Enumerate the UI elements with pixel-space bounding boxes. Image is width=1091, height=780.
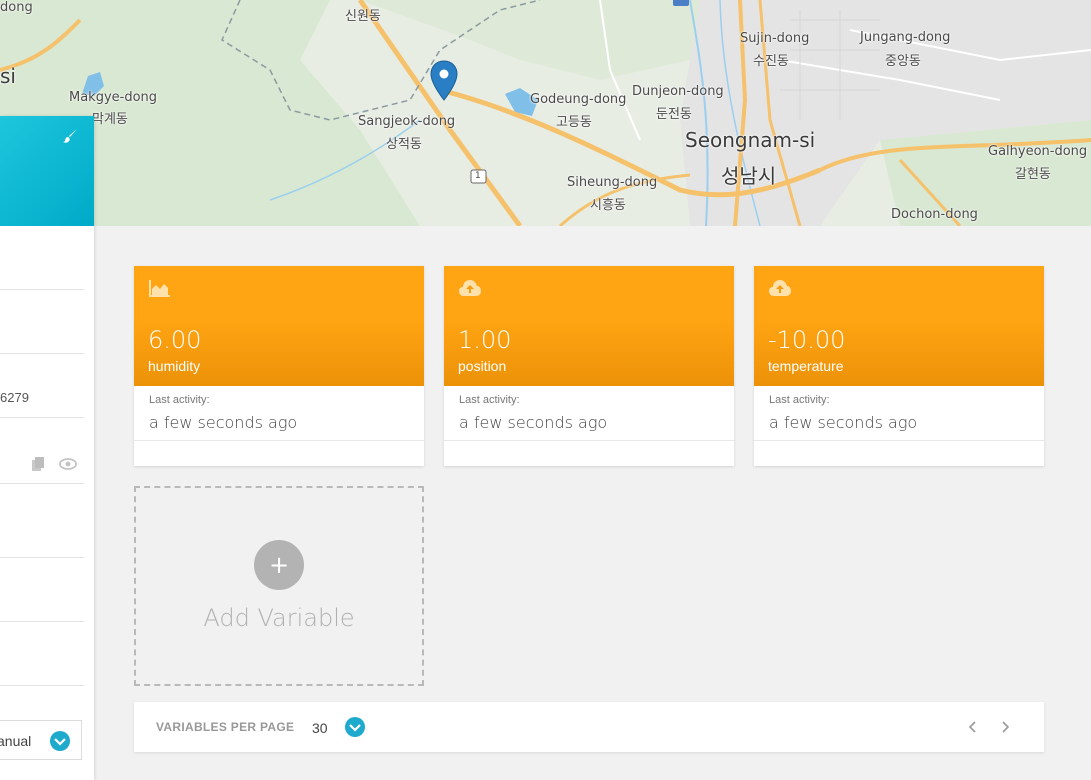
- map-label: Sangjeok-dong: [358, 114, 456, 129]
- variable-value: 1.00: [458, 326, 512, 354]
- map-label: Makgye-dong: [69, 90, 158, 105]
- card-divider: [444, 440, 734, 441]
- last-activity-label: Last activity:: [149, 394, 210, 406]
- variable-card-humidity[interactable]: 6.00 humidity Last activity: a few secon…: [134, 266, 424, 466]
- variable-card-header: 6.00 humidity: [134, 266, 424, 386]
- variable-card-header: 1.00 position: [444, 266, 734, 386]
- location-mode-value: anual: [0, 733, 32, 749]
- eye-icon[interactable]: [59, 458, 77, 470]
- variable-card-temperature[interactable]: -10.00 temperature Last activity: a few …: [754, 266, 1044, 466]
- last-activity-label: Last activity:: [459, 394, 520, 406]
- map-label: Sujin-dong: [740, 31, 810, 46]
- variable-name: temperature: [768, 358, 844, 374]
- map-label: 수진동: [753, 54, 789, 69]
- map-pin-icon[interactable]: [430, 60, 458, 102]
- map-label: 막계동: [92, 112, 128, 127]
- card-divider: [754, 440, 1044, 441]
- cloud-upload-icon: [769, 280, 791, 296]
- route-shield-label: 1: [475, 171, 481, 181]
- map-label: Galhyeon-dong: [988, 144, 1088, 159]
- map-label: 갈현동: [1015, 167, 1051, 182]
- last-activity-value: a few seconds ago: [459, 413, 608, 432]
- pagination-bar: VARIABLES PER PAGE 30: [134, 702, 1044, 752]
- map-label: dong: [0, 0, 33, 15]
- panel-divider: [0, 483, 84, 484]
- map-label: 둔전동: [656, 107, 692, 122]
- cloud-upload-icon: [459, 280, 481, 296]
- copy-icon[interactable]: [32, 457, 44, 471]
- variable-name: humidity: [148, 358, 201, 374]
- chevron-left-icon[interactable]: [966, 718, 980, 736]
- last-activity-label: Last activity:: [769, 394, 830, 406]
- map-label: 신원동: [345, 9, 381, 24]
- add-variable-label: Add Variable: [203, 604, 355, 632]
- device-id-value: 6279: [0, 390, 29, 405]
- variables-per-page-label: VARIABLES PER PAGE: [156, 720, 295, 734]
- map-label: Godeung-dong: [530, 92, 627, 107]
- variable-name: position: [458, 358, 507, 374]
- device-details-panel: 6279 anual: [0, 116, 94, 780]
- panel-divider: [0, 621, 84, 622]
- map-label: Dunjeon-dong: [632, 84, 724, 99]
- map-label: 고등동: [556, 115, 592, 130]
- variable-card-header: -10.00 temperature: [754, 266, 1044, 386]
- panel-divider: [0, 557, 84, 558]
- token-actions: [32, 457, 77, 471]
- panel-divider: [0, 685, 84, 686]
- variables-per-page-value[interactable]: 30: [312, 720, 328, 736]
- chevron-right-icon[interactable]: [998, 718, 1012, 736]
- plus-icon: +: [254, 540, 304, 590]
- location-mode-select[interactable]: anual: [0, 720, 82, 760]
- last-activity-value: a few seconds ago: [769, 413, 918, 432]
- last-activity-value: a few seconds ago: [149, 413, 298, 432]
- device-location-map[interactable]: dong si Makgye-dong 막계동 신원동 Sangjeok-don…: [0, 0, 1091, 226]
- card-divider: [134, 440, 424, 441]
- map-label: 시흥동: [590, 198, 626, 213]
- variable-card-position[interactable]: 1.00 position Last activity: a few secon…: [444, 266, 734, 466]
- variable-value: -10.00: [768, 326, 846, 354]
- map-label: Jungang-dong: [860, 30, 951, 45]
- chevron-down-icon[interactable]: [345, 717, 365, 737]
- variable-value: 6.00: [148, 326, 202, 354]
- panel-divider: [0, 417, 84, 418]
- chevron-down-icon[interactable]: [50, 731, 70, 751]
- paint-brush-icon[interactable]: [62, 128, 78, 144]
- panel-divider: [0, 289, 84, 290]
- map-label: 중앙동: [885, 54, 921, 69]
- panel-divider: [0, 353, 84, 354]
- map-label: si: [0, 64, 16, 88]
- area-chart-icon: [149, 280, 170, 297]
- add-variable-button[interactable]: + Add Variable: [134, 486, 424, 686]
- device-header: [0, 116, 94, 226]
- map-label: 상적동: [386, 137, 422, 152]
- map-label: Siheung-dong: [567, 175, 658, 190]
- map-label: 성남시: [721, 164, 777, 188]
- map-label: Seongnam-si: [685, 128, 816, 152]
- map-label: Dochon-dong: [891, 207, 978, 222]
